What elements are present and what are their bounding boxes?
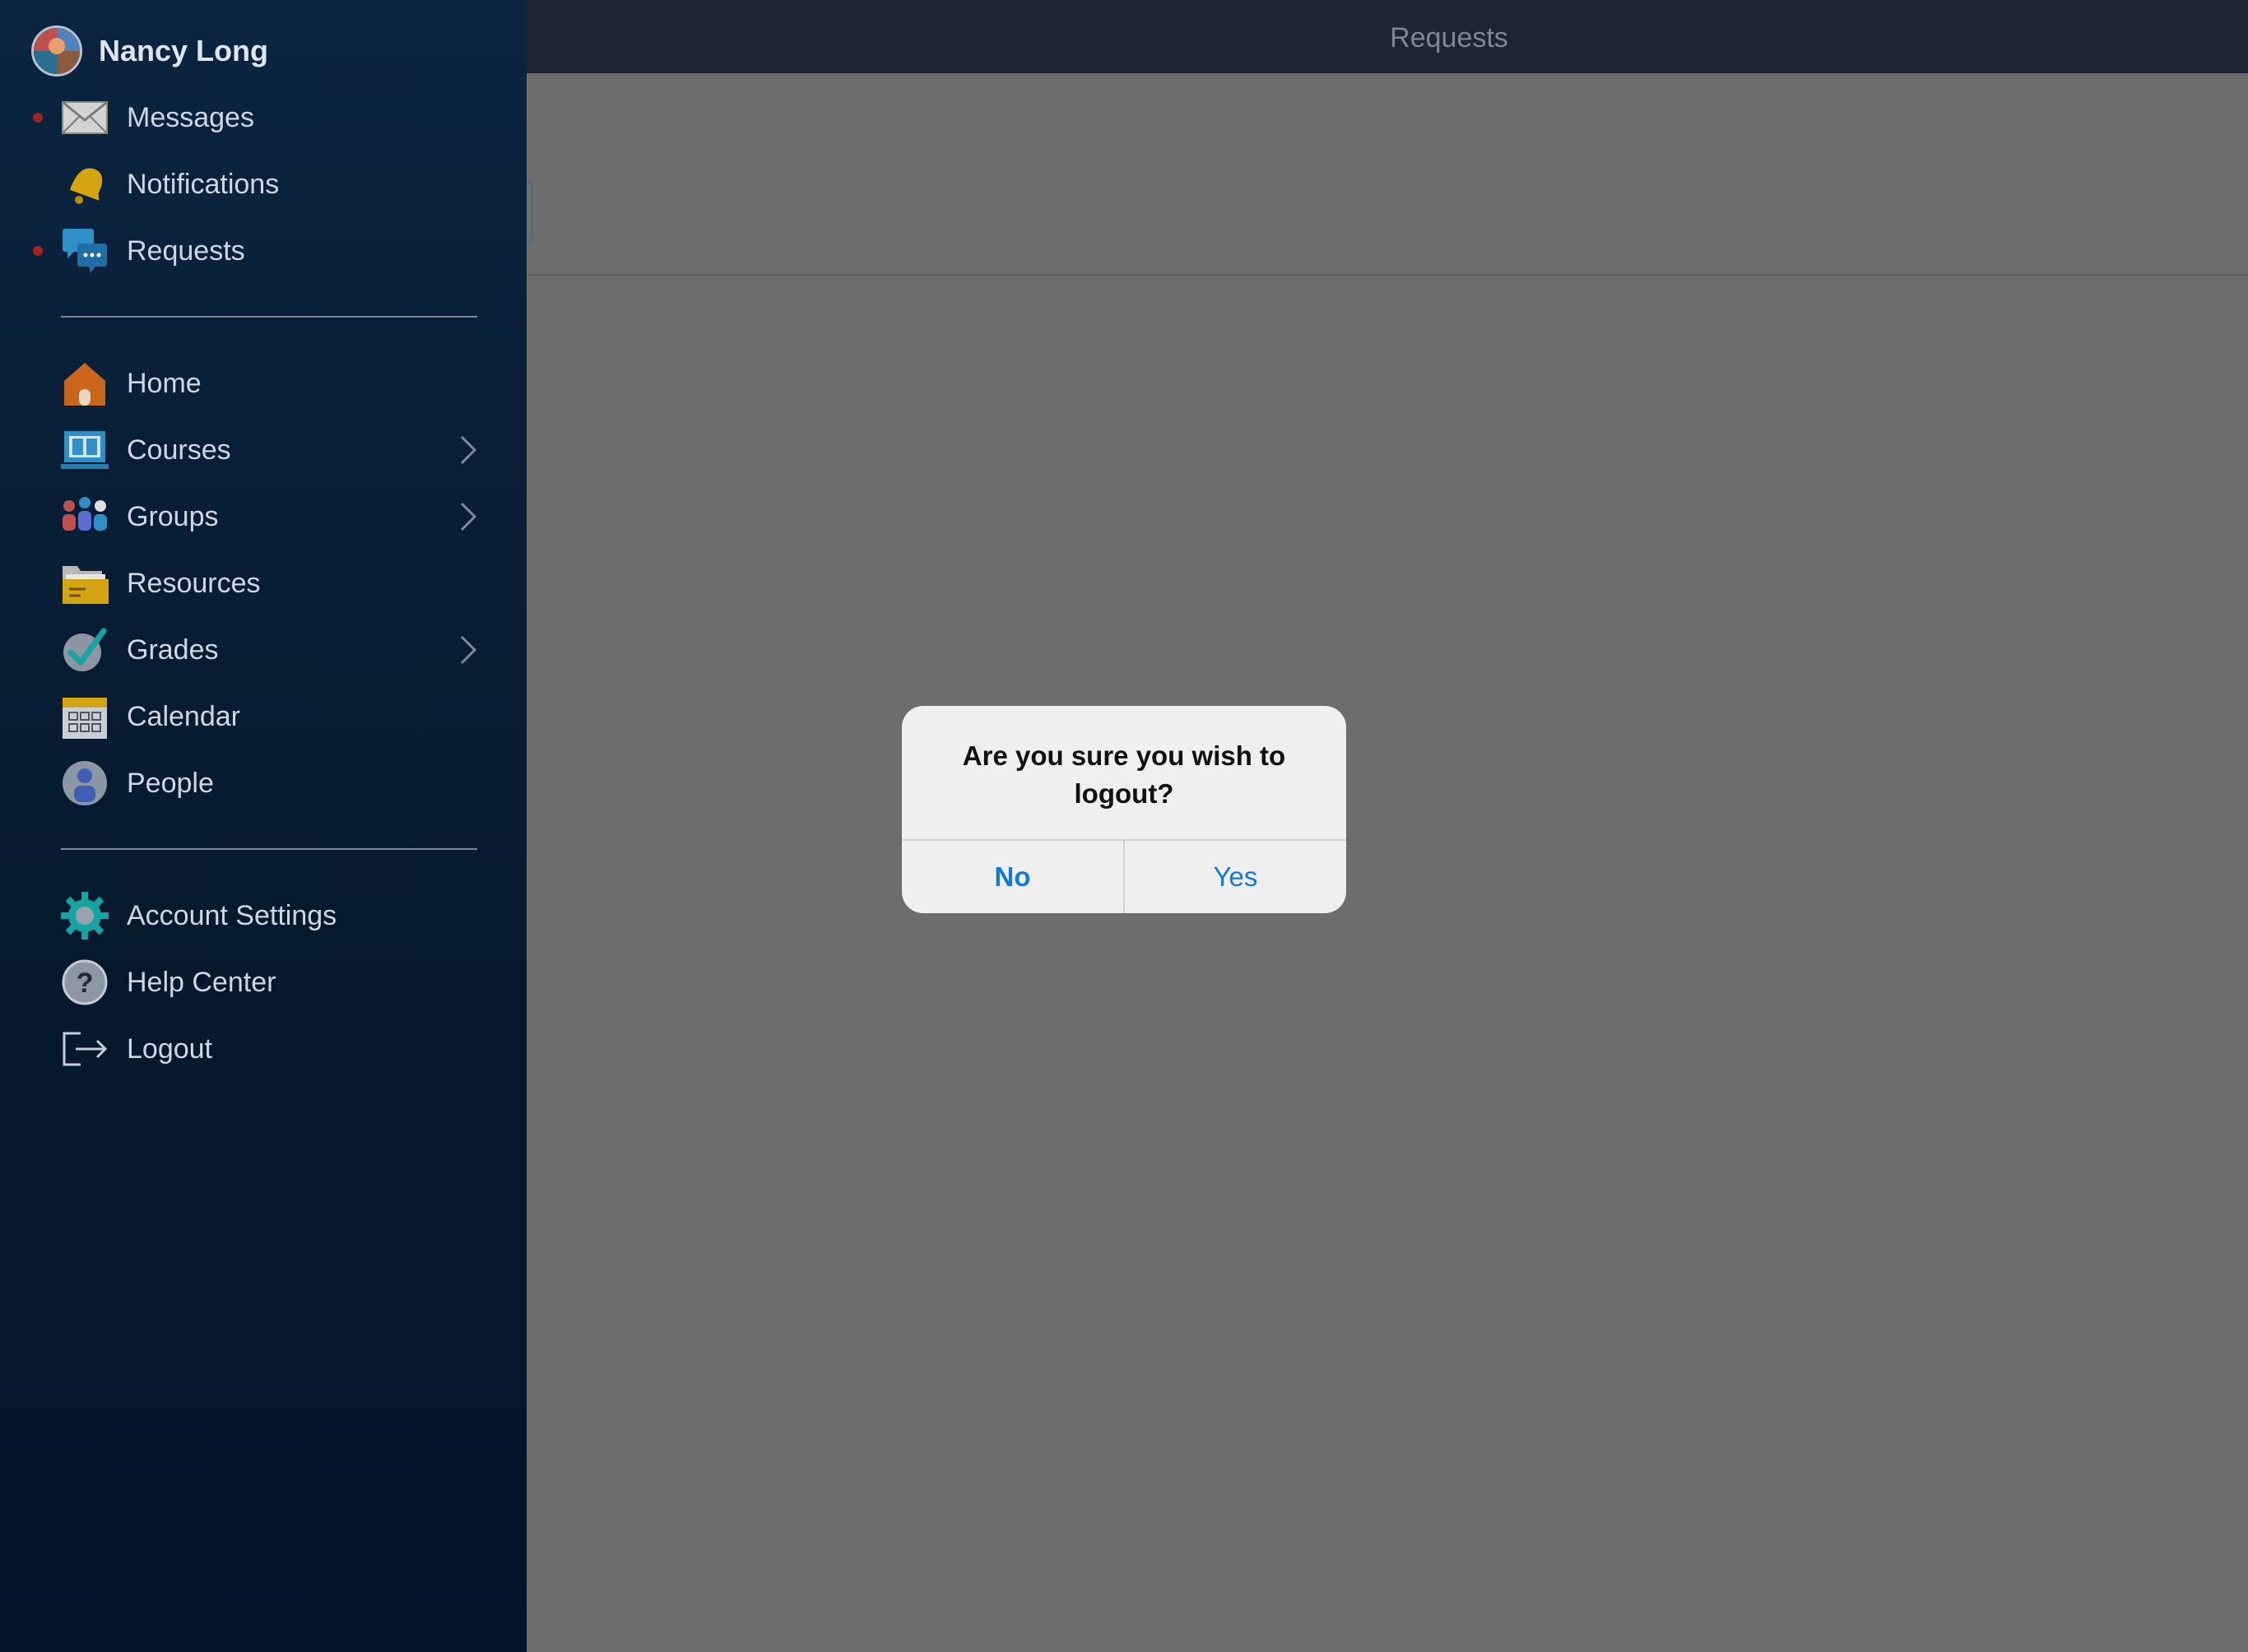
sidebar-item-label: Account Settings xyxy=(127,899,337,931)
sidebar-divider xyxy=(61,316,477,318)
sidebar-item-label: Courses xyxy=(127,434,231,466)
house-icon xyxy=(64,363,105,406)
sidebar-item-label: Calendar xyxy=(127,700,240,732)
yes-button[interactable]: Yes xyxy=(1125,841,1346,913)
segmented-control-edge[interactable] xyxy=(527,181,533,242)
person-icon xyxy=(63,761,107,805)
book-laptop-icon xyxy=(61,431,109,469)
sidebar-item-label: Logout xyxy=(127,1032,212,1065)
checkmark-icon xyxy=(63,628,107,671)
sidebar-item-label: Home xyxy=(127,367,202,399)
logout-icon xyxy=(63,1032,108,1066)
content-toolbar xyxy=(527,72,2248,276)
sidebar-item-label: Resources xyxy=(127,567,261,599)
sidebar-item-grades[interactable]: Grades xyxy=(0,621,527,679)
unread-badge xyxy=(33,246,43,256)
sidebar-item-label: Notifications xyxy=(127,168,280,200)
sidebar-item-label: Grades xyxy=(127,633,219,666)
svg-text:?: ? xyxy=(77,968,94,999)
logout-confirm-dialog: Are you sure you wish to logout? No Yes xyxy=(902,706,1346,913)
sidebar-item-messages[interactable]: Messages xyxy=(0,89,527,146)
sidebar-item-notifications[interactable]: Notifications xyxy=(0,155,527,213)
sidebar-item-groups[interactable]: Groups xyxy=(0,488,527,545)
page-title: Requests xyxy=(1390,22,1508,53)
sidebar-item-requests[interactable]: Requests xyxy=(0,222,527,280)
calendar-icon xyxy=(63,698,107,739)
sidebar-item-courses[interactable]: Courses xyxy=(0,421,527,479)
sidebar-item-resources[interactable]: Resources xyxy=(0,555,527,612)
sidebar-item-label: Messages xyxy=(127,101,254,133)
chat-bubbles-icon xyxy=(63,229,107,273)
sidebar: Nancy Long Messages Notifications Reques… xyxy=(0,0,527,1652)
no-button[interactable]: No xyxy=(902,841,1125,913)
folder-icon xyxy=(63,566,109,604)
gear-icon xyxy=(61,892,109,940)
sidebar-item-help-center[interactable]: ? Help Center xyxy=(0,954,527,1011)
question-icon: ? xyxy=(62,959,108,1005)
top-header: Requests xyxy=(527,0,2248,73)
user-name: Nancy Long xyxy=(99,34,269,67)
bell-icon xyxy=(69,168,103,204)
dialog-message: Are you sure you wish to logout? xyxy=(962,740,1286,809)
sidebar-item-label: People xyxy=(127,767,214,799)
sidebar-item-home[interactable]: Home xyxy=(0,355,527,412)
dialog-button-bar: No Yes xyxy=(902,839,1346,913)
sidebar-item-logout[interactable]: Logout xyxy=(0,1020,527,1078)
sidebar-item-label: Requests xyxy=(127,234,245,267)
avatar xyxy=(31,26,82,77)
user-profile[interactable]: Nancy Long xyxy=(31,25,268,77)
sidebar-item-account-settings[interactable]: Account Settings xyxy=(0,887,527,944)
sidebar-divider xyxy=(61,848,477,850)
envelope-icon xyxy=(62,100,108,134)
chevron-right-icon xyxy=(460,635,477,665)
chevron-right-icon xyxy=(460,435,477,465)
sidebar-item-calendar[interactable]: Calendar xyxy=(0,688,527,745)
unread-badge xyxy=(33,113,43,123)
sidebar-item-label: Help Center xyxy=(127,966,276,998)
people-group-icon xyxy=(63,497,107,531)
sidebar-item-people[interactable]: People xyxy=(0,754,527,812)
chevron-right-icon xyxy=(460,502,477,531)
sidebar-item-label: Groups xyxy=(127,500,219,532)
